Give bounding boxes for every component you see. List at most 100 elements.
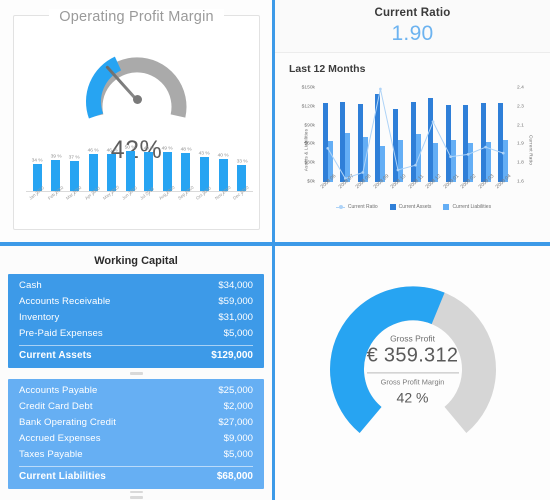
bar-value-label: 46 % [87, 147, 99, 154]
current-ratio-line-series [326, 87, 505, 180]
ratio-point [361, 171, 365, 174]
bar-value-label: 34 % [31, 157, 43, 163]
legend-item[interactable]: Current Ratio [335, 204, 378, 210]
row-amount: $34,000 [218, 280, 253, 291]
row-amount: $2,000 [223, 401, 253, 412]
bar-value-label: 50 % [124, 144, 136, 150]
y-tick-left: $120k [301, 104, 315, 110]
working-capital-row: Credit Card Debt $2,000 [8, 399, 264, 415]
row-label: Accounts Payable [19, 385, 98, 396]
current-assets-total-label: Current Assets [19, 350, 92, 361]
operating-profit-card: Operating Profit Margin 42% 34 % 39 % 37 %… [13, 9, 260, 230]
gross-profit-caption: Gross Profit [390, 333, 435, 344]
bar-value-label: 33 % [236, 158, 248, 164]
center-divider [366, 372, 459, 374]
working-capital-row: Pre-Paid Expenses $5,000 [8, 326, 264, 342]
panel-title-operating-profit: Operating Profit Margin [14, 8, 259, 26]
y-tick-left: $30k [304, 160, 315, 166]
working-capital-row: Cash $34,000 [8, 278, 264, 294]
current-assets-total-amount: $129,000 [211, 350, 253, 361]
ratio-point [379, 87, 382, 91]
financial-dashboard: Operating Profit Margin 42% 34 % 39 % 37 %… [0, 0, 550, 500]
panel-title-current-ratio: Current Ratio [374, 6, 451, 19]
current-assets-rows: Cash $34,000 Accounts Receivable $59,000 Inv… [8, 278, 264, 342]
ratio-point [414, 163, 417, 167]
row-amount: $59,000 [218, 296, 253, 307]
row-amount: $5,000 [223, 449, 253, 460]
panel-gross-profit: Gross Profit € 359.312 Gross Profit Marg… [275, 246, 550, 500]
working-capital-row: Inventory $31,000 [8, 310, 264, 326]
minus-operator-icon [8, 368, 264, 379]
row-label: Accrued Expenses [19, 433, 101, 444]
current-liabilities-box: Accounts Payable $25,000 Credit Card Debt $… [8, 379, 264, 489]
current-ratio-header: Current Ratio 1.90 [275, 0, 550, 53]
y-tick-right: 1.9 [517, 141, 524, 147]
ratio-point [449, 155, 452, 159]
working-capital-row: Accounts Receivable $59,000 [8, 294, 264, 310]
bar-value-label: 49 % [143, 145, 155, 151]
donut-center-labels: Gross Profit € 359.312 Gross Profit Marg… [323, 279, 503, 459]
gross-profit-value: € 359.312 [366, 344, 459, 367]
gauge-chart [78, 32, 196, 136]
legend-color-swatch [443, 204, 450, 210]
y-tick-left: $90k [304, 123, 315, 129]
bar-value-label: 48 % [180, 146, 192, 152]
bar-axis-labels: Jan 2010 Feb 2010 Mar 2010 Apr 2010 May 2010… [26, 185, 253, 217]
bar-value-label: 37 % [68, 155, 80, 161]
bar-value-label: 49 % [161, 145, 173, 151]
legend-line-swatch [335, 205, 345, 209]
working-capital-row: Bank Operating Credit $27,000 [8, 415, 264, 431]
row-label: Credit Card Debt [19, 401, 93, 412]
row-amount: $25,000 [218, 385, 253, 396]
y-axis-right-ticks: 1.6 1.8 1.9 2.1 2.3 2.4 [514, 85, 542, 185]
working-capital-row: Accrued Expenses $9,000 [8, 431, 264, 447]
current-assets-total: Current Assets $129,000 [19, 345, 253, 364]
legend-item[interactable]: Current Assets [389, 204, 432, 210]
ratio-point [396, 168, 400, 172]
gauge-hub [132, 95, 142, 104]
y-tick-right: 1.8 [517, 160, 524, 166]
current-liabilities-total-label: Current Liabilities [19, 471, 106, 482]
ratio-point [431, 120, 435, 124]
working-capital-body: Cash $34,000 Accounts Receivable $59,000 Inv… [0, 274, 272, 500]
ratio-point [326, 146, 330, 150]
y-tick-left: $0k [307, 179, 315, 185]
y-tick-left: $150k [301, 85, 315, 91]
row-label: Pre-Paid Expenses [19, 328, 103, 339]
gross-profit-margin-value: 42 % [396, 389, 429, 406]
panel-current-ratio: Current Ratio 1.90 Last 12 Months Assets… [275, 0, 550, 242]
bar-value-label: 43 % [198, 150, 211, 156]
operating-profit-gauge-wrap: 42% [14, 32, 259, 164]
legend-label: Current Ratio [347, 204, 378, 210]
y-tick-right: 2.4 [517, 85, 524, 91]
operating-profit-bar-chart: 34 % 39 % 37 % 46 % 46 % 50 % 49 % 49 % 48 % 43 %… [26, 139, 253, 217]
ratio-point [466, 152, 470, 156]
chart-legend: Current Ratio Current Assets Current Liabi… [283, 204, 544, 210]
legend-label: Current Assets [398, 204, 432, 210]
row-amount: $31,000 [218, 312, 253, 323]
current-liabilities-total-amount: $68,000 [216, 471, 253, 482]
row-amount: $9,000 [223, 433, 253, 444]
working-capital-row: Taxes Payable $5,000 [8, 447, 264, 463]
operating-profit-title-text: Operating Profit Margin [49, 9, 224, 25]
row-label: Bank Operating Credit [19, 417, 117, 428]
ratio-point [484, 145, 488, 149]
plot-area: $0k $30k $60k $90k $120k $150k 1.6 1.8 1.9 2.1 2.… [302, 86, 524, 190]
legend-label: Current Liabilities [452, 204, 492, 210]
legend-color-swatch [389, 204, 396, 210]
current-ratio-chart: Assets & Liabilities Current Ratio $0k $3… [283, 84, 544, 216]
row-label: Cash [19, 280, 42, 291]
bar-value-label: 40 % [217, 152, 229, 158]
row-label: Taxes Payable [19, 449, 83, 460]
panel-title-working-capital: Working Capital [94, 255, 178, 267]
current-ratio-value: 1.90 [391, 21, 434, 45]
gauge-arc-svg [85, 56, 186, 119]
row-label: Inventory [19, 312, 60, 323]
current-ratio-subtitle: Last 12 Months [289, 63, 366, 75]
panel-working-capital: Working Capital Cash $34,000 Accounts Rece… [0, 246, 272, 500]
gross-profit-margin-caption: Gross Profit Margin [380, 377, 445, 387]
y-axis-left-ticks: $0k $30k $60k $90k $120k $150k [285, 85, 317, 185]
row-amount: $5,000 [223, 328, 253, 339]
working-capital-row: Accounts Payable $25,000 [8, 383, 264, 399]
legend-item[interactable]: Current Liabilities [443, 204, 491, 210]
